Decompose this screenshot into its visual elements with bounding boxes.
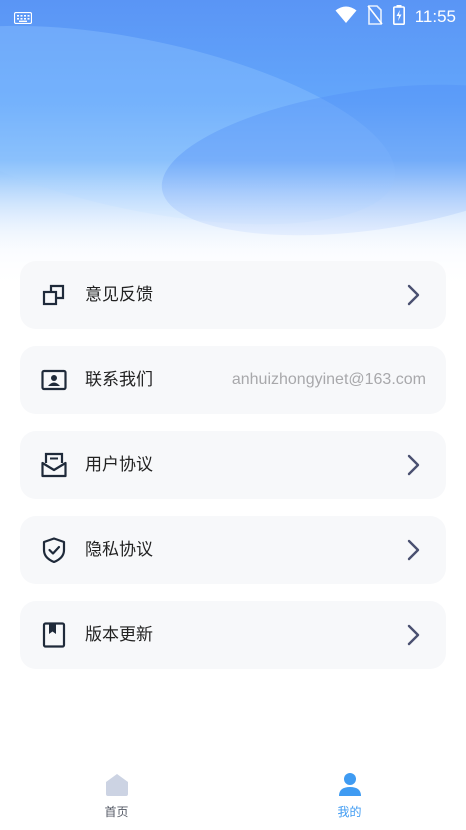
contact-email: anhuizhongyinet@163.com [231, 371, 426, 388]
menu-item-user-agreement[interactable]: 用户协议 [20, 431, 446, 499]
menu-item-label: 隐私协议 [85, 540, 153, 560]
menu-item-version-update[interactable]: 版本更新 [20, 601, 446, 669]
menu-item-label: 联系我们 [85, 370, 153, 390]
no-sim-icon [367, 5, 383, 29]
menu-item-label: 意见反馈 [85, 285, 153, 305]
menu-item-label: 版本更新 [85, 625, 153, 645]
settings-menu: 意见反馈 联系我们 anhuizhongyinet@163.com 用户协议 隐… [20, 261, 446, 686]
menu-item-contact[interactable]: 联系我们 anhuizhongyinet@163.com [20, 346, 446, 414]
contact-card-icon [41, 367, 67, 393]
tab-label: 首页 [104, 805, 129, 819]
status-time: 11:55 [414, 7, 456, 26]
menu-item-feedback[interactable]: 意见反馈 [20, 261, 446, 329]
keyboard-icon [13, 9, 33, 28]
bottom-tab-bar: 首页 我的 [0, 760, 466, 830]
user-icon [336, 772, 364, 798]
wifi-icon [335, 6, 357, 28]
tab-label: 我的 [337, 805, 362, 819]
bookmark-icon [41, 622, 67, 648]
home-icon [103, 772, 131, 798]
profile-screen: 11:55 意见反馈 联系我们 anhuizhongyinet@163.com … [0, 0, 466, 830]
chevron-right-icon [406, 539, 420, 561]
chevron-right-icon [406, 454, 420, 476]
header-background [0, 0, 466, 290]
menu-item-label: 用户协议 [85, 455, 153, 475]
battery-charging-icon [392, 5, 405, 29]
envelope-icon [41, 452, 67, 478]
tab-home[interactable]: 首页 [0, 760, 233, 830]
status-bar: 11:55 [0, 0, 466, 34]
chevron-right-icon [406, 284, 420, 306]
chevron-right-icon [406, 624, 420, 646]
shield-check-icon [41, 537, 67, 564]
feedback-icon [41, 282, 67, 308]
tab-mine[interactable]: 我的 [233, 760, 466, 830]
menu-item-privacy[interactable]: 隐私协议 [20, 516, 446, 584]
